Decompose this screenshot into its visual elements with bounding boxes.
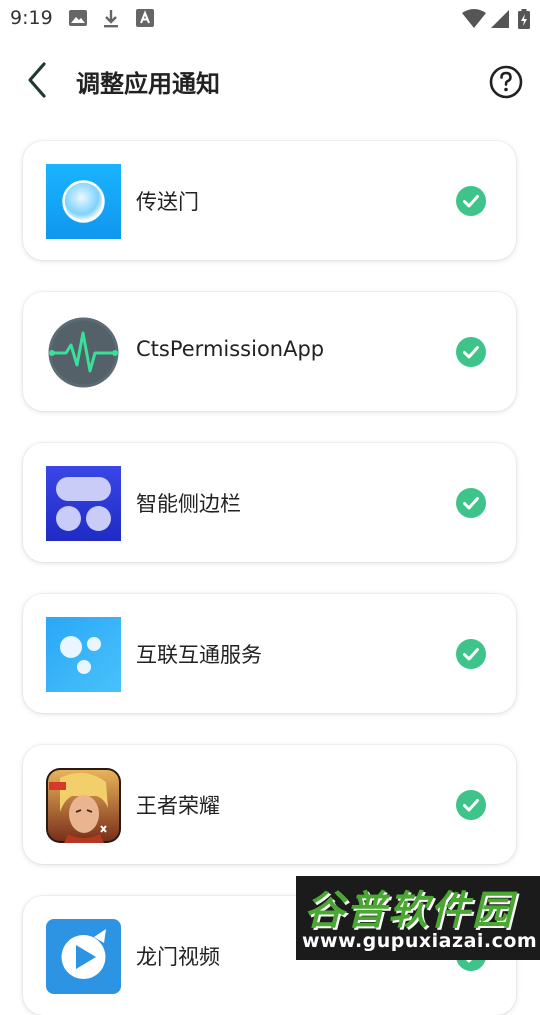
app-name: CtsPermissionApp <box>136 337 325 361</box>
app-name: 互联互通服务 <box>136 643 262 667</box>
app-item-honor-of-kings[interactable]: 王者荣耀 <box>23 745 516 864</box>
signal-icon <box>491 10 509 28</box>
app-name: 王者荣耀 <box>136 794 220 818</box>
watermark: 谷普软件园 www.gupuxiazai.com <box>296 876 540 960</box>
interconnect-app-icon <box>46 617 121 692</box>
help-button[interactable] <box>486 62 526 102</box>
app-item-ctspermissionapp[interactable]: CtsPermissionApp <box>23 292 516 411</box>
check-icon[interactable] <box>456 790 486 820</box>
back-arrow-icon <box>28 62 46 98</box>
download-notification-icon <box>104 10 118 28</box>
check-icon[interactable] <box>456 488 486 518</box>
video-app-icon <box>46 919 121 994</box>
game-hero-app-icon <box>46 768 121 843</box>
battery-icon <box>518 9 530 29</box>
check-icon[interactable] <box>456 186 486 216</box>
app-item-smart-sidebar[interactable]: 智能侧边栏 <box>23 443 516 562</box>
wifi-icon <box>462 9 486 28</box>
heartbeat-app-icon <box>46 315 121 390</box>
status-time: 9:19 <box>10 7 53 29</box>
help-icon <box>489 65 523 99</box>
app-item-interconnect-service[interactable]: 互联互通服务 <box>23 594 516 713</box>
app-name: 传送门 <box>136 190 199 214</box>
check-icon[interactable] <box>456 337 486 367</box>
app-header: 调整应用通知 <box>0 44 540 120</box>
portal-app-icon <box>46 164 121 239</box>
app-name: 智能侧边栏 <box>136 492 241 516</box>
page-title: 调整应用通知 <box>76 70 220 98</box>
smart-sidebar-app-icon <box>46 466 121 541</box>
app-item-portal[interactable]: 传送门 <box>23 141 516 260</box>
status-bar: 9:19 <box>0 0 540 38</box>
back-button[interactable] <box>18 60 58 100</box>
app-name: 龙门视频 <box>136 945 220 969</box>
watermark-url: www.gupuxiazai.com <box>302 930 538 952</box>
watermark-title: 谷普软件园 <box>304 888 514 934</box>
image-notification-icon <box>69 10 87 26</box>
text-notification-icon <box>136 9 154 27</box>
check-icon[interactable] <box>456 639 486 669</box>
